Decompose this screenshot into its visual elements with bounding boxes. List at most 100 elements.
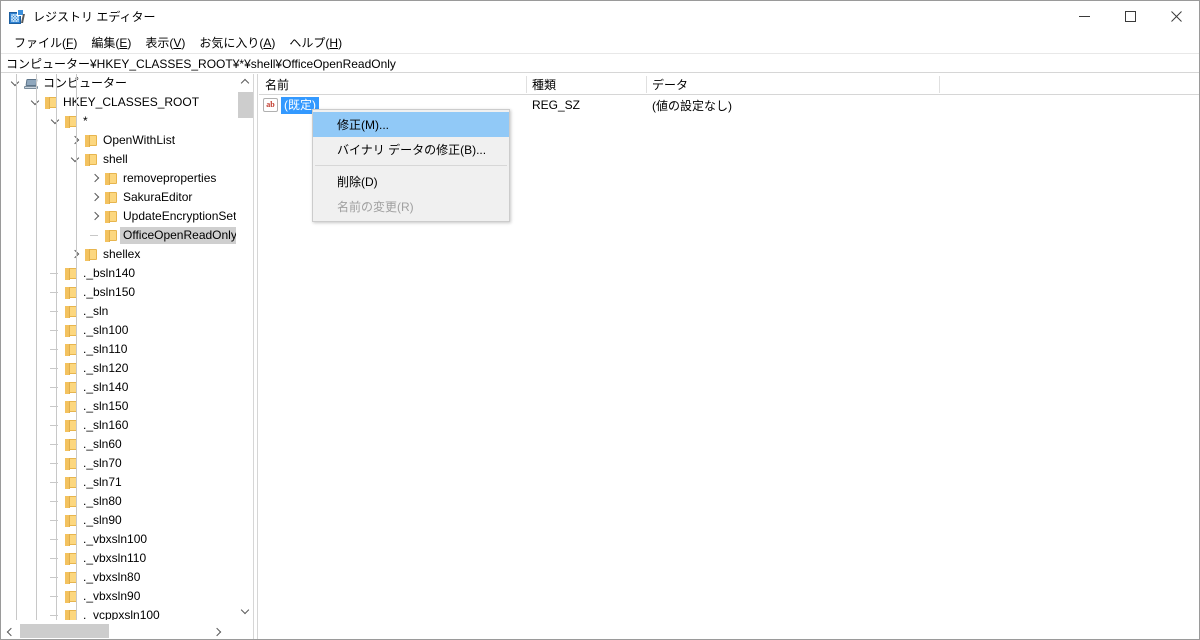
computer-icon: [23, 74, 40, 93]
folder-icon: [63, 568, 80, 587]
tree-hscroll-thumb[interactable]: [20, 624, 109, 638]
menu-item-5[interactable]: ヘルプ(H): [282, 32, 349, 53]
column-divider[interactable]: [939, 76, 940, 93]
folder-icon: [63, 416, 80, 435]
scroll-right-arrow-icon[interactable]: [210, 622, 227, 639]
column-divider[interactable]: [646, 76, 647, 93]
folder-icon: [63, 511, 80, 530]
menu-item-1[interactable]: ファイル(F): [7, 32, 84, 53]
tree-item-label: ._sln160: [83, 418, 129, 432]
scroll-left-arrow-icon[interactable]: [1, 622, 18, 639]
tree-vscroll-thumb[interactable]: [238, 92, 253, 118]
tree-item-label: ._vbxsln90: [83, 589, 141, 603]
folder-icon: [83, 131, 100, 150]
folder-icon: [83, 245, 100, 264]
chevron-down-icon[interactable]: [27, 93, 43, 112]
folder-icon: [63, 587, 80, 606]
tree-item-label: OpenWithList: [103, 133, 176, 147]
chevron-down-icon[interactable]: [67, 150, 83, 169]
context-menu-item-4: 名前の変更(R): [337, 200, 414, 214]
folder-icon: [63, 112, 80, 131]
tree-item-label: ._sln120: [83, 361, 129, 375]
folder-icon: [103, 226, 120, 245]
registry-editor-window: レジストリ エディター ファイル(F) 編集(E) 表示(V) お気に入り(A) ヘルプ…: [0, 0, 1200, 640]
folder-icon: [63, 283, 80, 302]
registry-editor-icon: [9, 8, 25, 25]
tree-item-label: ._sln: [83, 304, 109, 318]
column-header-label: 種類: [532, 78, 557, 92]
window-title: レジストリ エディター: [33, 10, 156, 24]
close-button[interactable]: [1153, 1, 1199, 32]
folder-icon: [63, 606, 80, 620]
folder-icon: [63, 549, 80, 568]
chevron-right-icon[interactable]: [87, 169, 103, 188]
menu-item-2[interactable]: 編集(E): [84, 32, 138, 53]
folder-icon: [43, 93, 60, 112]
tree-vertical-scrollbar[interactable]: [236, 74, 253, 620]
tree-item-label: ._sln140: [83, 380, 129, 394]
tree-item-label: ._vbxsln110: [83, 551, 147, 565]
menu-item-4[interactable]: お気に入り(A): [192, 32, 282, 53]
tree-scroll-area: コンピューター HKEY_CLASSES_ROOT * OpenWithList she…: [1, 74, 236, 620]
folder-icon: [63, 378, 80, 397]
column-header-2[interactable]: 種類: [526, 74, 646, 95]
folder-icon: [63, 340, 80, 359]
tree-item-label: ._bsln150: [83, 285, 136, 299]
maximize-button[interactable]: [1107, 1, 1153, 32]
tree-item-label: ._sln70: [83, 456, 122, 470]
window-controls: [1061, 1, 1199, 32]
address-path: コンピューター¥HKEY_CLASSES_ROOT¥*¥shell¥Office…: [6, 56, 396, 71]
chevron-down-icon[interactable]: [47, 112, 63, 131]
menu-item-3[interactable]: 表示(V): [138, 32, 192, 53]
folder-icon: [63, 454, 80, 473]
column-header-1[interactable]: 名前: [259, 74, 526, 95]
folder-icon: [63, 264, 80, 283]
tree-horizontal-scrollbar[interactable]: [1, 621, 253, 639]
tree-item-label: *: [83, 114, 88, 128]
column-header-label: データ: [652, 78, 689, 92]
title-bar: レジストリ エディター: [1, 1, 1199, 32]
column-header-label: 名前: [265, 78, 290, 92]
tree-item-label: ._sln150: [83, 399, 129, 413]
tree-guide-line: [36, 74, 37, 620]
tree-item-label: ._vcppxsln100: [83, 608, 160, 620]
chevron-right-icon[interactable]: [87, 188, 103, 207]
folder-icon: [63, 492, 80, 511]
tree-item-label: ._sln90: [83, 513, 122, 527]
folder-icon: [103, 207, 120, 226]
tree-item-label: ._sln71: [83, 475, 122, 489]
minimize-button[interactable]: [1061, 1, 1107, 32]
context-menu-item-1[interactable]: 修正(M)...: [313, 112, 509, 137]
folder-icon: [63, 473, 80, 492]
folder-icon: [83, 150, 100, 169]
chevron-right-icon[interactable]: [67, 245, 83, 264]
folder-icon: [103, 188, 120, 207]
tree-guide-line: [16, 74, 17, 620]
tree-guide-line: [56, 74, 57, 620]
tree-item-label: removeproperties: [123, 171, 217, 185]
folder-icon: [63, 435, 80, 454]
tree-item-label: SakuraEditor: [123, 190, 193, 204]
chevron-right-icon[interactable]: [87, 207, 103, 226]
column-divider[interactable]: [526, 76, 527, 93]
scroll-up-arrow-icon[interactable]: [237, 74, 253, 91]
chevron-down-icon[interactable]: [7, 74, 23, 93]
chevron-right-icon[interactable]: [67, 131, 83, 150]
cell-type: REG_SZ: [532, 98, 581, 112]
context-menu-item-2[interactable]: バイナリ データの修正(B)...: [313, 137, 509, 162]
context-menu-item-3[interactable]: 削除(D): [313, 169, 509, 194]
tree-item-label: shellex: [103, 247, 141, 261]
scroll-down-arrow-icon[interactable]: [237, 603, 253, 620]
folder-icon: [63, 397, 80, 416]
pane-splitter[interactable]: [253, 74, 258, 639]
tree-item-label: OfficeOpenReadOnly: [120, 227, 236, 244]
tree-guide-line: [76, 74, 77, 620]
column-header-3[interactable]: データ: [646, 74, 939, 95]
tree-item-label: shell: [103, 152, 128, 166]
folder-icon: [103, 169, 120, 188]
tree-item-label: ._sln60: [83, 437, 122, 451]
list-column-headers: 名前 種類 データ: [259, 74, 1199, 95]
folder-icon: [63, 302, 80, 321]
address-bar[interactable]: コンピューター¥HKEY_CLASSES_ROOT¥*¥shell¥Office…: [1, 53, 1199, 73]
